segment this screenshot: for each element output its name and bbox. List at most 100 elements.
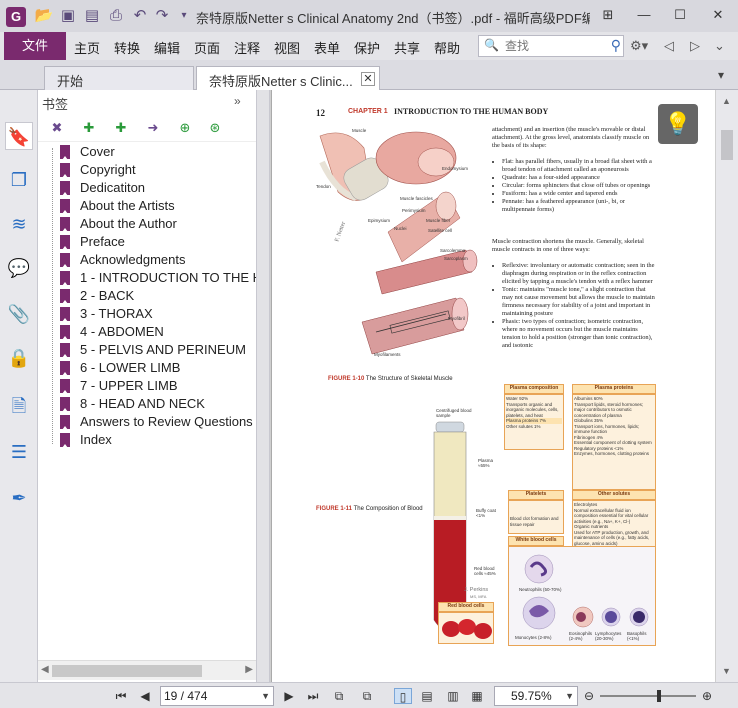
settings-gear-icon[interactable]: ⚙▾ [630, 38, 648, 54]
lightbulb-icon[interactable]: 💡 [658, 104, 698, 144]
muscle-label: Tendon [316, 184, 331, 189]
tab-close-icon[interactable]: ✕ [361, 72, 375, 86]
shape-list-item: Circular: forms sphincters that close of… [502, 182, 656, 190]
customize-icon[interactable]: ▾ [174, 6, 194, 26]
panel-splitter[interactable] [256, 90, 270, 682]
tab-document[interactable]: 奈特原版Netter s Clinic... [196, 66, 380, 90]
scroll-up-icon[interactable]: ▲ [722, 96, 731, 106]
collapse-panel-icon[interactable]: » [234, 94, 241, 108]
chevron-down-icon[interactable]: ▼ [565, 687, 574, 705]
zoom-slider[interactable] [600, 690, 696, 702]
menu-home[interactable]: 主页 [74, 38, 100, 57]
menu-page[interactable]: 页面 [194, 38, 220, 57]
menu-protect[interactable]: 保护 [354, 38, 380, 57]
expand-bookmark-icon[interactable]: ⊛ [206, 119, 224, 137]
tab-start[interactable]: 开始 [44, 66, 194, 90]
plasma-proteins-box: Albumins 60% Transport lipids, steroid h… [572, 394, 656, 490]
redo-icon[interactable]: ↷ [152, 6, 172, 26]
comments-icon[interactable]: 💬 [5, 254, 33, 282]
netter-signature: F. Netter [334, 221, 347, 243]
delete-bookmark-icon[interactable]: ✖ [48, 119, 66, 137]
nav-back-icon[interactable]: ◁ [664, 38, 674, 54]
next-page-icon[interactable]: ▶ [280, 688, 298, 704]
menu-comment[interactable]: 注释 [234, 38, 260, 57]
bookmark-icon [60, 289, 70, 304]
platelets-box: Blood clot formation and tissue repair [508, 500, 564, 534]
security-lock-icon[interactable]: 🔒 [5, 344, 33, 372]
next-view-icon[interactable]: ⧉ [358, 688, 376, 704]
shape-list: Flat: has parallel fibers, usually in a … [492, 158, 656, 214]
scroll-right-icon[interactable]: ▶ [245, 664, 253, 675]
wbc-label: Lymphocytes (20-30%) [595, 631, 622, 641]
page-number: 12 [316, 108, 325, 118]
previous-view-icon[interactable]: ⧉ [330, 688, 348, 704]
menu-form[interactable]: 表单 [314, 38, 340, 57]
box-row: Transports organic and inorganic molecul… [506, 401, 559, 418]
chapter-label: CHAPTER 1 [348, 108, 388, 115]
rbc-head: Red blood cells [438, 602, 494, 612]
search-icon[interactable]: ⚲ [611, 37, 621, 54]
bookmark-label: About the Author [80, 216, 177, 231]
zoom-out-icon[interactable]: ⊖ [580, 688, 598, 704]
save-icon[interactable]: ▣ [58, 6, 78, 26]
previous-page-icon[interactable]: ◀ [136, 688, 154, 704]
restore-grid-icon[interactable]: ⊞ [596, 4, 620, 26]
attachments-icon[interactable]: 📎 [5, 300, 33, 328]
zoom-field[interactable]: 59.75% ▼ [494, 686, 578, 706]
blood-label: Buffy coat <1% [476, 508, 496, 518]
add-bookmark-icon[interactable]: ✚ [80, 119, 98, 137]
minimize-icon[interactable]: — [632, 4, 656, 26]
menu-bar: 文件 主页 转换 编辑 页面 注释 视图 表单 保护 共享 帮助 🔍 ⚲ ⚙▾ … [0, 32, 738, 60]
continuous-view-icon[interactable]: ▤ [418, 688, 436, 704]
add-child-bookmark-icon[interactable]: ✚ [112, 119, 130, 137]
facing-view-icon[interactable]: ▥ [444, 688, 462, 704]
layers-icon[interactable]: ≋ [5, 210, 33, 238]
vertical-scrollbar[interactable]: ▲ ▼ [716, 90, 738, 682]
last-page-icon[interactable]: ⏭ [304, 688, 322, 704]
tree-line [52, 148, 53, 444]
menu-convert[interactable]: 转换 [114, 38, 140, 57]
undo-icon[interactable]: ↶ [130, 6, 150, 26]
file-menu-button[interactable]: 文件 [4, 32, 66, 60]
app-logo-icon[interactable]: G [6, 7, 26, 27]
bookmark-toolbar: ✖ ✚ ✚ ➜ ⊕ ⊛ [38, 116, 256, 142]
content-panel-icon[interactable]: ☰ [5, 438, 33, 466]
zoom-slider-knob[interactable] [657, 690, 661, 702]
bookmark-icon [60, 343, 70, 358]
document-properties-icon[interactable]: 🗎 [5, 392, 33, 420]
single-page-view-icon[interactable]: ▯ [394, 688, 412, 704]
chevron-down-icon[interactable]: ▼ [261, 687, 270, 705]
menu-view[interactable]: 视图 [274, 38, 300, 57]
bookmark-label: 7 - UPPER LIMB [80, 378, 178, 393]
contraction-list-item: Phasic: two types of contraction; isomet… [502, 318, 656, 350]
maximize-icon[interactable]: ☐ [668, 4, 692, 26]
page-thumbnails-icon[interactable]: ❐ [5, 166, 33, 194]
nav-forward-icon[interactable]: ▷ [690, 38, 700, 54]
scroll-thumb[interactable] [721, 130, 733, 160]
menu-share[interactable]: 共享 [394, 38, 420, 57]
artist-signature-credentials: MS, MFA [470, 594, 487, 599]
zoom-in-icon[interactable]: ⊕ [698, 688, 716, 704]
signature-icon[interactable]: ✒ [5, 484, 33, 512]
page-number-field[interactable]: 19 / 474 ▼ [160, 686, 274, 706]
promote-bookmark-icon[interactable]: ➜ [144, 119, 162, 137]
bookmark-horizontal-scrollbar[interactable]: ◀ ▶ [38, 660, 256, 680]
print-icon[interactable]: ⎙ [106, 6, 126, 26]
bookmark-panel-title: 书签 [42, 97, 69, 112]
continuous-facing-view-icon[interactable]: ▦ [468, 688, 486, 704]
new-page-bookmark-icon[interactable]: ⊕ [176, 119, 194, 137]
save-as-icon[interactable]: ▤ [82, 6, 102, 26]
tab-list-icon[interactable]: ▾ [718, 68, 724, 82]
scroll-left-icon[interactable]: ◀ [41, 664, 49, 675]
open-folder-icon[interactable]: 📂 [34, 6, 54, 26]
menu-edit[interactable]: 编辑 [154, 38, 180, 57]
close-icon[interactable]: ✕ [706, 4, 730, 26]
scroll-down-icon[interactable]: ▼ [722, 666, 731, 676]
bookmark-label: 3 - THORAX [80, 306, 153, 321]
bookmark-panel-icon[interactable]: 🔖 [5, 122, 33, 150]
body-paragraph: attachment) and an insertion (the muscle… [492, 126, 650, 149]
first-page-icon[interactable]: ⏮ [112, 688, 130, 704]
scroll-thumb[interactable] [52, 665, 202, 677]
ribbon-collapse-icon[interactable]: ⌄ [714, 38, 725, 54]
menu-help[interactable]: 帮助 [434, 38, 460, 57]
